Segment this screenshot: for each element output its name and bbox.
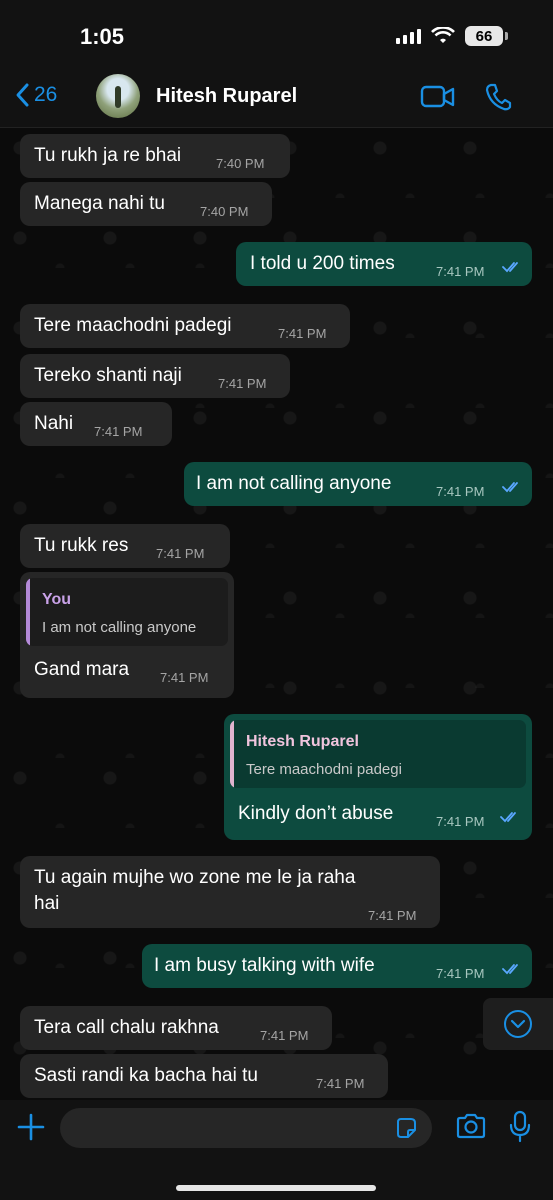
- message-time: 7:40 PM: [200, 204, 249, 219]
- microphone-icon[interactable]: [508, 1110, 532, 1144]
- message-text: Manega nahi tu: [34, 193, 165, 214]
- message-time: 7:41 PM: [436, 264, 485, 279]
- message-incoming[interactable]: Nahi 7:41 PM: [20, 402, 172, 446]
- quote-text: I am not calling anyone: [42, 619, 197, 636]
- status-icons: 66: [396, 26, 508, 46]
- chevron-down-circle-icon: [504, 1010, 532, 1038]
- message-incoming[interactable]: Tu rukk res 7:41 PM: [20, 524, 230, 568]
- back-button[interactable]: 26: [14, 82, 57, 108]
- message-text-line1: Tu again mujhe wo zone me le ja raha: [34, 867, 356, 888]
- quote-text: Tere maachodni padegi: [246, 761, 402, 778]
- message-time: 7:41 PM: [436, 484, 485, 499]
- message-text: I told u 200 times: [250, 253, 395, 274]
- scroll-to-bottom-button[interactable]: [483, 998, 553, 1050]
- message-incoming[interactable]: Tere maachodni padegi 7:41 PM: [20, 304, 350, 348]
- quoted-message[interactable]: Hitesh Ruparel Tere maachodni padegi: [230, 720, 526, 788]
- message-time: 7:41 PM: [436, 966, 485, 981]
- message-text: Tu rukh ja re bhai: [34, 145, 182, 166]
- quoted-message[interactable]: You I am not calling anyone: [26, 578, 228, 646]
- avatar[interactable]: [96, 74, 140, 118]
- message-incoming-reply[interactable]: You I am not calling anyone Gand mara 7:…: [20, 572, 234, 698]
- message-time: 7:41 PM: [368, 908, 417, 923]
- message-incoming[interactable]: Sasti randi ka bacha hai tu 7:41 PM: [20, 1054, 388, 1098]
- message-time: 7:40 PM: [216, 156, 265, 171]
- plus-icon[interactable]: [16, 1112, 46, 1142]
- message-text: Tereko shanti naji: [34, 365, 182, 386]
- message-input[interactable]: [74, 1114, 388, 1144]
- signal-icon: [396, 28, 421, 44]
- message-time: 7:41 PM: [260, 1028, 309, 1043]
- contact-name[interactable]: Hitesh Ruparel: [156, 85, 297, 108]
- video-call-icon[interactable]: [420, 84, 456, 110]
- read-ticks-icon: [500, 812, 516, 823]
- message-time: 7:41 PM: [218, 376, 267, 391]
- sticker-icon[interactable]: [394, 1116, 418, 1140]
- message-text: Tu rukk res: [34, 535, 129, 556]
- message-text: Sasti randi ka bacha hai tu: [34, 1065, 258, 1086]
- unread-count: 26: [34, 83, 58, 106]
- message-text: I am busy talking with wife: [154, 955, 375, 976]
- quote-bar: [26, 578, 30, 646]
- quote-author: You: [42, 591, 72, 608]
- message-incoming[interactable]: Tereko shanti naji 7:41 PM: [20, 354, 290, 398]
- message-outgoing[interactable]: I am not calling anyone 7:41 PM: [184, 462, 532, 506]
- message-text: I am not calling anyone: [196, 473, 392, 494]
- clock: 1:05: [80, 24, 125, 49]
- message-text-line2: hai: [34, 893, 60, 914]
- message-input-box[interactable]: [60, 1108, 432, 1148]
- message-text: Nahi: [34, 413, 74, 434]
- message-outgoing-reply[interactable]: Hitesh Ruparel Tere maachodni padegi Kin…: [224, 714, 532, 840]
- phone-icon[interactable]: [484, 82, 512, 112]
- message-text: Tera call chalu rakhna: [34, 1017, 219, 1038]
- message-incoming[interactable]: Tera call chalu rakhna 7:41 PM: [20, 1006, 332, 1050]
- message-incoming[interactable]: Tu rukh ja re bhai 7:40 PM: [20, 134, 290, 178]
- message-time: 7:41 PM: [156, 546, 205, 561]
- message-time: 7:41 PM: [278, 326, 327, 341]
- chevron-left-icon: [16, 83, 29, 107]
- quote-bar: [230, 720, 234, 788]
- read-ticks-icon: [502, 482, 518, 493]
- message-time: 7:41 PM: [94, 424, 143, 439]
- status-bar: 1:05 66: [0, 0, 553, 72]
- message-outgoing[interactable]: I am busy talking with wife 7:41 PM: [142, 944, 532, 988]
- message-incoming[interactable]: Tu again mujhe wo zone me le ja raha hai…: [20, 856, 440, 928]
- message-text: Gand mara: [34, 659, 130, 680]
- chat-header: 26 Hitesh Ruparel: [0, 72, 553, 128]
- camera-icon[interactable]: [455, 1112, 487, 1140]
- quote-author: Hitesh Ruparel: [246, 733, 359, 750]
- chat-area[interactable]: Tu rukh ja re bhai 7:40 PM Manega nahi t…: [0, 128, 553, 1100]
- message-time: 7:41 PM: [436, 814, 485, 829]
- home-indicator: [176, 1185, 376, 1191]
- battery-icon: 66: [465, 26, 508, 46]
- message-text: Tere maachodni padegi: [34, 315, 232, 336]
- message-incoming[interactable]: Manega nahi tu 7:40 PM: [20, 182, 272, 226]
- message-time: 7:41 PM: [316, 1076, 365, 1091]
- message-text: Kindly don’t abuse: [238, 803, 394, 824]
- message-time: 7:41 PM: [160, 670, 209, 685]
- read-ticks-icon: [502, 262, 518, 273]
- read-ticks-icon: [502, 964, 518, 975]
- message-outgoing[interactable]: I told u 200 times 7:41 PM: [236, 242, 532, 286]
- wifi-icon: [431, 27, 455, 43]
